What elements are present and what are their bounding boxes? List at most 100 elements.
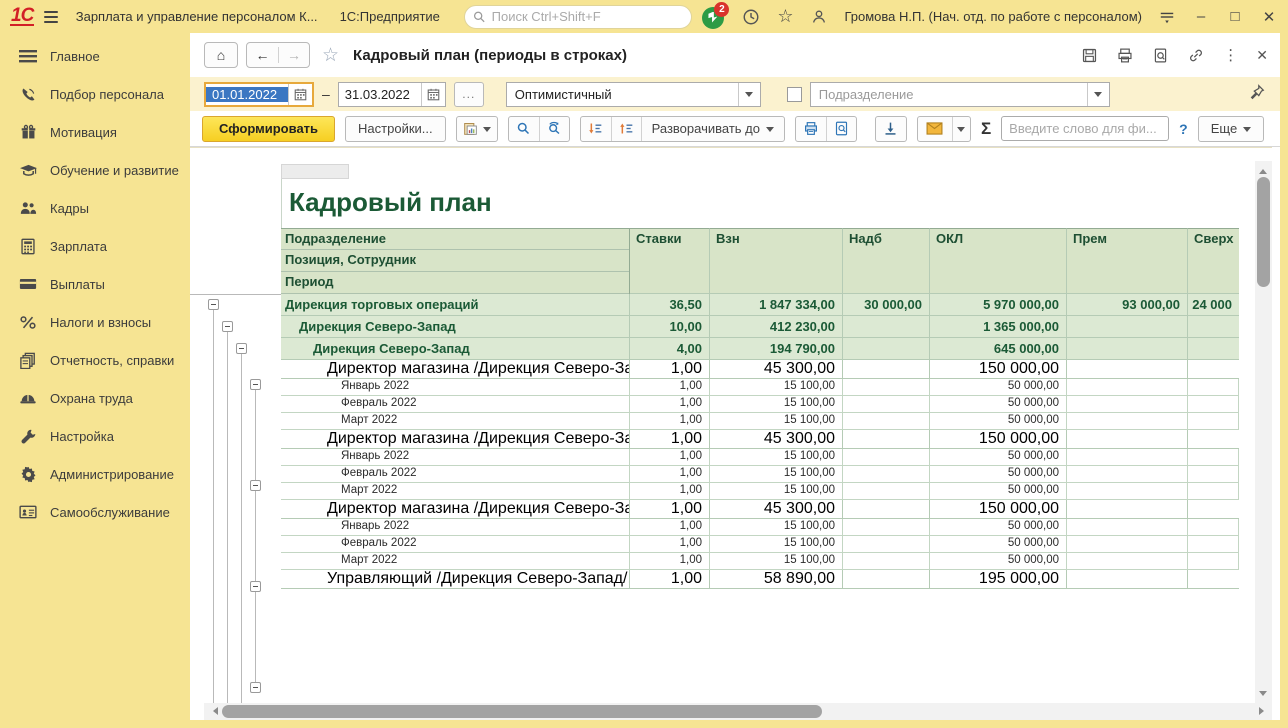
home-button[interactable]: ⌂ [204, 42, 238, 68]
report-title-cell[interactable]: Кадровый план [281, 164, 1239, 228]
more-actions-button[interactable]: Еще [1198, 116, 1264, 142]
value-cell[interactable]: 50 000,00 [930, 449, 1067, 466]
value-cell[interactable]: 10,00 [630, 316, 710, 338]
value-cell[interactable] [843, 360, 930, 379]
value-cell[interactable] [843, 500, 930, 519]
value-cell[interactable]: 1,00 [630, 396, 710, 413]
value-cell[interactable]: 50 000,00 [930, 519, 1067, 536]
more-menu-icon[interactable]: ⋮ [1223, 46, 1238, 64]
table-row[interactable]: Дирекция торговых операций36,501 847 334… [281, 294, 1239, 316]
table-row[interactable]: Управляющий /Дирекция Северо-Запад/, Куз… [281, 570, 1239, 589]
value-cell[interactable] [1067, 338, 1188, 360]
value-cell[interactable] [1188, 500, 1239, 519]
collapse-rows-icon[interactable] [611, 117, 641, 141]
value-cell[interactable]: 1 365 000,00 [930, 316, 1067, 338]
value-cell[interactable]: 50 000,00 [930, 536, 1067, 553]
value-cell[interactable] [843, 396, 930, 413]
value-cell[interactable]: 1,00 [630, 360, 710, 379]
value-cell[interactable] [1067, 396, 1188, 413]
row-label-cell[interactable]: Февраль 2022 [281, 536, 630, 553]
value-cell[interactable] [1067, 483, 1188, 500]
value-cell[interactable]: 45 300,00 [710, 430, 843, 449]
value-cell[interactable]: 1,00 [630, 536, 710, 553]
maximize-button[interactable]: □ [1226, 8, 1244, 25]
value-cell[interactable]: 24 000 [1188, 294, 1239, 316]
row-label-cell[interactable]: Март 2022 [281, 413, 630, 430]
service-menu-icon[interactable] [1158, 9, 1176, 25]
forward-button[interactable]: → [278, 47, 309, 63]
row-label-cell[interactable]: Февраль 2022 [281, 466, 630, 483]
department-checkbox[interactable] [787, 87, 802, 102]
row-label-cell[interactable]: Январь 2022 [281, 379, 630, 396]
scroll-right-icon[interactable] [1259, 707, 1268, 715]
table-row[interactable]: Февраль 20221,0015 100,0050 000,00 [281, 466, 1239, 483]
row-label-cell[interactable]: Дирекция Северо-Запад [281, 338, 630, 360]
value-cell[interactable] [1067, 430, 1188, 449]
value-cell[interactable]: 150 000,00 [930, 500, 1067, 519]
table-row[interactable]: Март 20221,0015 100,0050 000,00 [281, 553, 1239, 570]
print-preview-icon[interactable] [1152, 47, 1169, 64]
value-cell[interactable] [1067, 360, 1188, 379]
date-from-field[interactable]: 01.01.2022 [204, 82, 314, 107]
tree-collapse-expander[interactable] [236, 343, 247, 354]
value-cell[interactable]: 1,00 [630, 466, 710, 483]
user-icon[interactable] [810, 8, 828, 26]
value-cell[interactable]: 1,00 [630, 519, 710, 536]
value-cell[interactable]: 1 847 334,00 [710, 294, 843, 316]
sidebar-item-phone[interactable]: Подбор персонала [0, 75, 190, 113]
value-cell[interactable]: 194 790,00 [710, 338, 843, 360]
table-row[interactable]: Дирекция Северо-Запад4,00194 790,00645 0… [281, 338, 1239, 360]
horizontal-scrollbar[interactable] [204, 703, 1272, 720]
value-cell[interactable] [1188, 483, 1239, 500]
value-cell[interactable]: 50 000,00 [930, 413, 1067, 430]
value-cell[interactable]: 30 000,00 [843, 294, 930, 316]
value-cell[interactable] [1188, 360, 1239, 379]
report-variants-button[interactable] [457, 117, 497, 141]
row-label-cell[interactable]: Дирекция торговых операций [281, 294, 630, 316]
value-cell[interactable]: 1,00 [630, 449, 710, 466]
value-cell[interactable] [1067, 570, 1188, 589]
preview-report-icon[interactable] [826, 117, 856, 141]
value-cell[interactable]: 15 100,00 [710, 519, 843, 536]
favorite-star-icon[interactable]: ☆ [322, 44, 339, 67]
sidebar-item-id-card[interactable]: Самообслуживание [0, 493, 190, 531]
value-cell[interactable]: 15 100,00 [710, 483, 843, 500]
sidebar-item-percent[interactable]: Налоги и взносы [0, 303, 190, 341]
value-cell[interactable] [843, 316, 930, 338]
value-cell[interactable] [1188, 396, 1239, 413]
global-search[interactable] [464, 5, 693, 29]
value-cell[interactable]: 15 100,00 [710, 449, 843, 466]
period-choose-button[interactable]: ... [454, 82, 484, 107]
value-cell[interactable]: 150 000,00 [930, 360, 1067, 379]
quick-filter-input[interactable] [1001, 116, 1169, 141]
row-label-cell[interactable]: Март 2022 [281, 483, 630, 500]
value-cell[interactable]: 15 100,00 [710, 413, 843, 430]
scroll-up-icon[interactable] [1259, 165, 1267, 174]
notifications-icon[interactable]: 2 [702, 5, 726, 29]
header-cell[interactable]: Позиция, Сотрудник [281, 250, 629, 272]
value-cell[interactable]: 50 000,00 [930, 483, 1067, 500]
search-input[interactable] [492, 9, 684, 24]
tree-collapse-expander[interactable] [250, 581, 261, 592]
value-cell[interactable] [1067, 536, 1188, 553]
tree-collapse-expander[interactable] [250, 682, 261, 693]
value-cell[interactable] [1188, 379, 1239, 396]
value-cell[interactable] [843, 449, 930, 466]
chevron-down-icon[interactable] [1087, 83, 1109, 106]
value-cell[interactable]: 1,00 [630, 500, 710, 519]
tree-collapse-expander[interactable] [222, 321, 233, 332]
value-cell[interactable] [843, 466, 930, 483]
value-cell[interactable] [1188, 449, 1239, 466]
save-icon[interactable] [1081, 47, 1098, 64]
value-cell[interactable] [1067, 553, 1188, 570]
value-cell[interactable] [1188, 413, 1239, 430]
sidebar-item-gift[interactable]: Мотивация [0, 113, 190, 151]
value-cell[interactable]: 45 300,00 [710, 500, 843, 519]
table-row[interactable]: Январь 20221,0015 100,0050 000,00 [281, 449, 1239, 466]
sidebar-item-documents[interactable]: Отчетность, справки [0, 341, 190, 379]
value-cell[interactable]: 45 300,00 [710, 360, 843, 379]
header-cell[interactable]: Период [281, 272, 629, 294]
help-icon[interactable]: ? [1179, 121, 1188, 137]
header-cell[interactable]: Надб [843, 228, 930, 294]
value-cell[interactable] [843, 553, 930, 570]
